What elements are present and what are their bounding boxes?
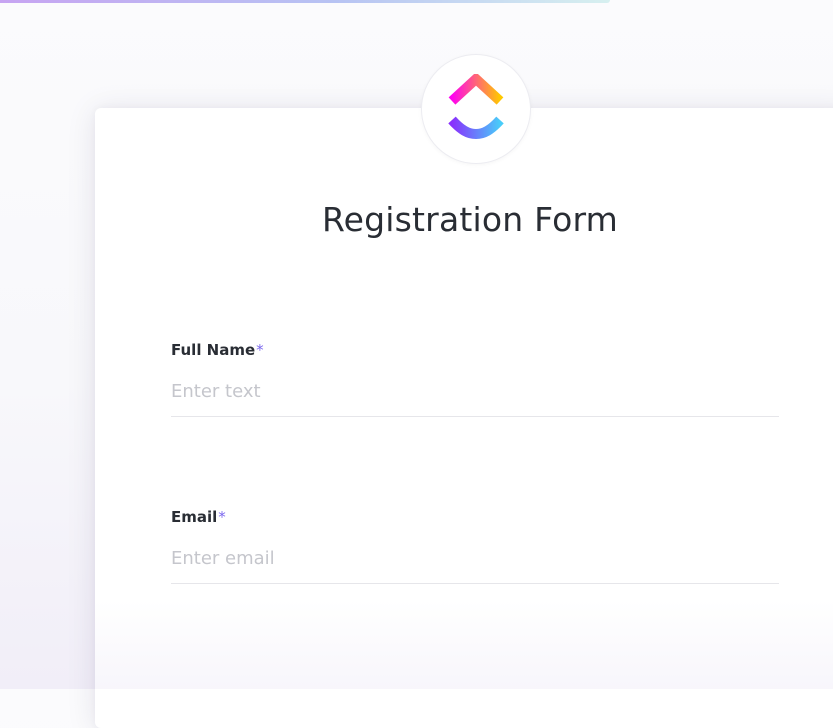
page-title-text: Registration Form xyxy=(321,200,619,239)
required-asterisk: * xyxy=(218,508,226,526)
clickup-logo-icon xyxy=(448,74,504,140)
full-name-field: Full Name* xyxy=(171,341,779,417)
email-label: Email* xyxy=(171,508,779,526)
full-name-input[interactable] xyxy=(171,381,779,417)
full-name-label-text: Full Name xyxy=(171,341,256,359)
email-field: Email* xyxy=(171,508,779,584)
page-title: Registration Form xyxy=(95,200,833,239)
email-label-text: Email xyxy=(171,508,218,526)
full-name-label: Full Name* xyxy=(171,341,779,359)
required-asterisk: * xyxy=(256,341,264,359)
logo-badge xyxy=(421,54,531,164)
top-accent-bar xyxy=(0,0,610,3)
email-input[interactable] xyxy=(171,548,779,584)
